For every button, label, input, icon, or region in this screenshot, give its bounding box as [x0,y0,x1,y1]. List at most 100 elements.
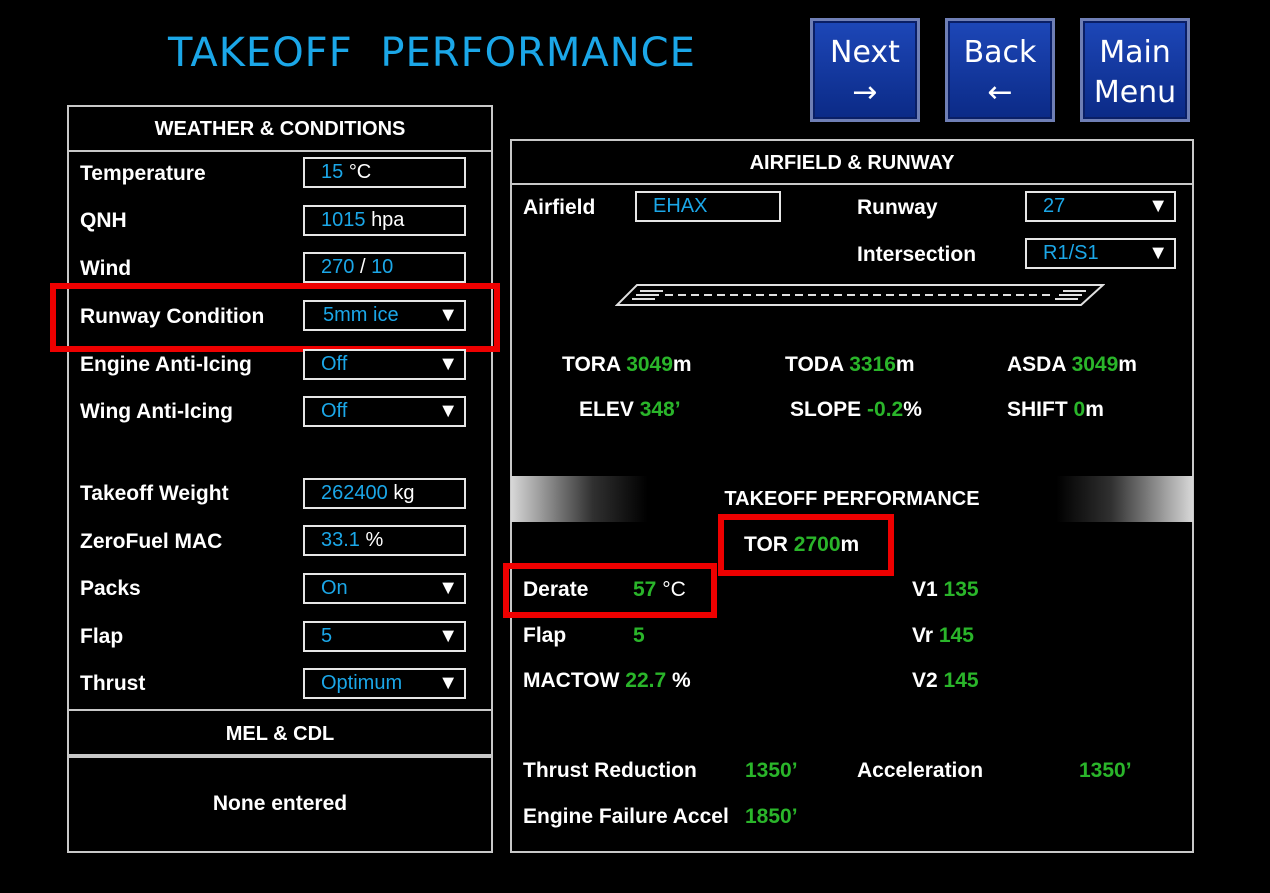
acceleration-readout: 1350’ [1079,759,1132,783]
thrust-value: Optimum [321,672,403,694]
mactow-readout: MACTOW 22.7 % [523,669,691,693]
shift-readout: SHIFT 0m [1007,398,1104,422]
shift-unit: m [1085,398,1104,421]
packs-select[interactable]: On [303,573,466,604]
vr-value: 145 [938,624,974,647]
packs-value: On [321,577,348,599]
weather-header: WEATHER & CONDITIONS [154,118,406,140]
thrust-select[interactable]: Optimum [303,668,466,699]
slope-label: SLOPE [790,398,862,421]
perf-header: TAKEOFF PERFORMANCE [724,488,980,510]
wind-direction: 270 [321,256,355,278]
thrust-label: Thrust [80,672,146,695]
qnh-label: QNH [80,209,127,232]
perf-flap-value: 5 [633,624,645,647]
tor-value: 2700 [793,533,841,556]
runway-condition-highlight [50,283,500,352]
engine-failure-accel-value: 1850 [745,805,792,828]
mactow-unit: % [672,669,691,692]
elev-label: ELEV [579,398,634,421]
v1-readout: V1 135 [912,578,979,602]
arrow-right-icon: → [852,75,878,110]
packs-label: Packs [80,577,141,600]
elev-value: 348 [639,398,675,421]
zerofuel-mac-field[interactable]: 33.1 % [303,525,466,556]
acceleration-unit: ’ [1125,759,1132,782]
main-menu-label-1: Main [1099,35,1171,70]
engine-anti-icing-select[interactable]: Off [303,349,466,380]
mactow-value: 22.7 [625,669,667,692]
next-button[interactable]: Next → [810,18,920,122]
airfield-header-divider [510,183,1194,185]
intersection-select[interactable]: R1/S1 [1025,238,1176,269]
engine-failure-accel-unit: ’ [791,805,798,828]
qnh-field[interactable]: 1015 hpa [303,205,466,236]
derate-unit: °C [662,578,686,601]
v2-readout: V2 145 [912,669,979,693]
slope-unit: % [903,398,922,421]
tor-label: TOR [744,533,788,556]
mel-header: MEL & CDL [225,723,335,745]
slope-value: -0.2 [867,398,904,421]
airfield-value: EHAX [653,195,708,217]
perf-flap-label: Flap [523,624,567,647]
runway-diagram [615,284,1105,306]
flap-select[interactable]: 5 [303,621,466,652]
asda-label: ASDA [1007,353,1066,376]
wind-field[interactable]: 270 / 10 [303,252,466,283]
shift-value: 0 [1073,398,1086,421]
acceleration-value: 1350 [1079,759,1126,782]
wing-anti-icing-select[interactable]: Off [303,396,466,427]
acceleration-label: Acceleration [857,759,984,782]
toda-readout: TODA 3316m [785,353,915,377]
tora-label: TORA [562,353,621,376]
zerofuel-mac-label: ZeroFuel MAC [80,530,223,553]
engine-failure-accel-label: Engine Failure Accel [523,805,729,828]
v2-label: V2 [912,669,938,692]
tora-value: 3049 [626,353,673,376]
engine-failure-accel-readout: 1850’ [745,805,798,829]
main-menu-button[interactable]: Main Menu [1080,18,1190,122]
vr-readout: Vr 145 [912,624,974,648]
qnh-unit: hpa [371,209,405,231]
back-button[interactable]: Back ← [945,18,1055,122]
thrust-reduction-label: Thrust Reduction [523,759,697,782]
temperature-unit: °C [348,161,372,183]
slope-readout: SLOPE -0.2% [790,398,922,422]
runway-label: Runway [857,196,938,219]
thrust-reduction-readout: 1350’ [745,759,798,783]
asda-unit: m [1118,353,1137,376]
asda-value: 3049 [1071,353,1119,376]
thrust-reduction-unit: ’ [791,759,798,782]
temperature-field[interactable]: 15 °C [303,157,466,188]
tora-readout: TORA 3049m [562,353,692,377]
next-button-label: Next [830,35,900,70]
runway-value: 27 [1043,195,1066,217]
derate-readout: 57 °C [633,578,686,602]
wind-label: Wind [80,257,132,280]
toda-value: 3316 [849,353,896,376]
runway-select[interactable]: 27 [1025,191,1176,222]
takeoff-weight-field[interactable]: 262400 kg [303,478,466,509]
takeoff-weight-value: 262400 [321,482,388,504]
elev-unit: ’ [674,398,681,421]
intersection-value: R1/S1 [1043,242,1099,264]
asda-readout: ASDA 3049m [1007,353,1137,377]
elev-readout: ELEV 348’ [579,398,681,422]
airfield-label: Airfield [523,196,596,219]
weather-header-divider [67,150,493,152]
wing-anti-icing-label: Wing Anti-Icing [80,400,233,423]
takeoff-weight-label: Takeoff Weight [80,482,229,505]
derate-value: 57 [633,578,657,601]
airfield-field[interactable]: EHAX [635,191,781,222]
page-title: TAKEOFF PERFORMANCE [168,30,696,76]
toda-label: TODA [785,353,844,376]
shift-label: SHIFT [1007,398,1068,421]
temperature-value: 15 [321,161,344,183]
takeoff-weight-unit: kg [393,482,415,504]
wing-anti-icing-value: Off [321,400,348,422]
zerofuel-mac-unit: % [365,529,384,551]
tora-unit: m [672,353,692,376]
thrust-reduction-value: 1350 [745,759,792,782]
back-button-label: Back [963,35,1037,70]
